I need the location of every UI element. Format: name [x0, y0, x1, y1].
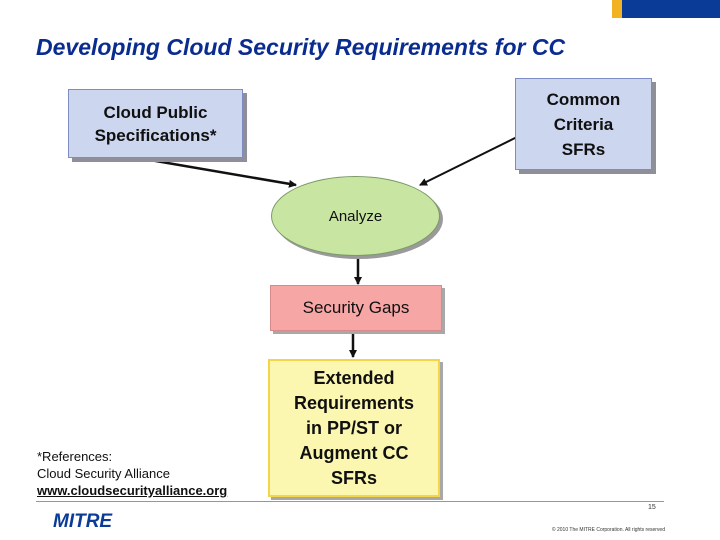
references-link[interactable]: www.cloudsecurityalliance.org	[37, 482, 227, 499]
cloud-specs-box: Cloud Public Specifications*	[68, 89, 243, 158]
analyze-ellipse: Analyze	[271, 176, 440, 256]
cc-sfrs-line: SFRs	[561, 139, 606, 159]
references: *References: Cloud Security Alliance www…	[37, 448, 227, 499]
cloud-specs-line: Cloud Public	[103, 102, 208, 122]
extended-requirements-box: Extended Requirements in PP/ST or Augmen…	[268, 359, 440, 497]
security-gaps-box: Security Gaps	[270, 285, 442, 331]
arrow-cc-to-analyze	[419, 136, 518, 186]
mitre-logo: MITRE	[53, 511, 113, 531]
footer-divider	[36, 501, 664, 502]
cc-sfrs-line: Common	[546, 89, 621, 109]
security-gaps-label: Security Gaps	[302, 298, 410, 317]
cc-sfrs-box: Common Criteria SFRs	[515, 78, 652, 170]
extended-line: Requirements	[293, 392, 415, 413]
copyright-notice: © 2010 The MITRE Corporation. All rights…	[551, 527, 665, 533]
mitre-logo-text: MITRE	[53, 511, 113, 531]
extended-line: Augment CC	[299, 442, 409, 463]
page-number: 15	[648, 504, 656, 511]
references-source: Cloud Security Alliance	[37, 466, 170, 481]
cloud-specs-line: Specifications*	[94, 125, 217, 145]
arrow-specs-to-analyze	[149, 158, 297, 188]
cc-sfrs-line: Criteria	[553, 114, 614, 134]
extended-line: in PP/ST or	[305, 417, 402, 438]
extended-line: Extended	[313, 367, 395, 388]
references-heading: *References:	[37, 449, 113, 464]
extended-line: SFRs	[330, 467, 377, 488]
analyze-label: Analyze	[328, 207, 383, 225]
